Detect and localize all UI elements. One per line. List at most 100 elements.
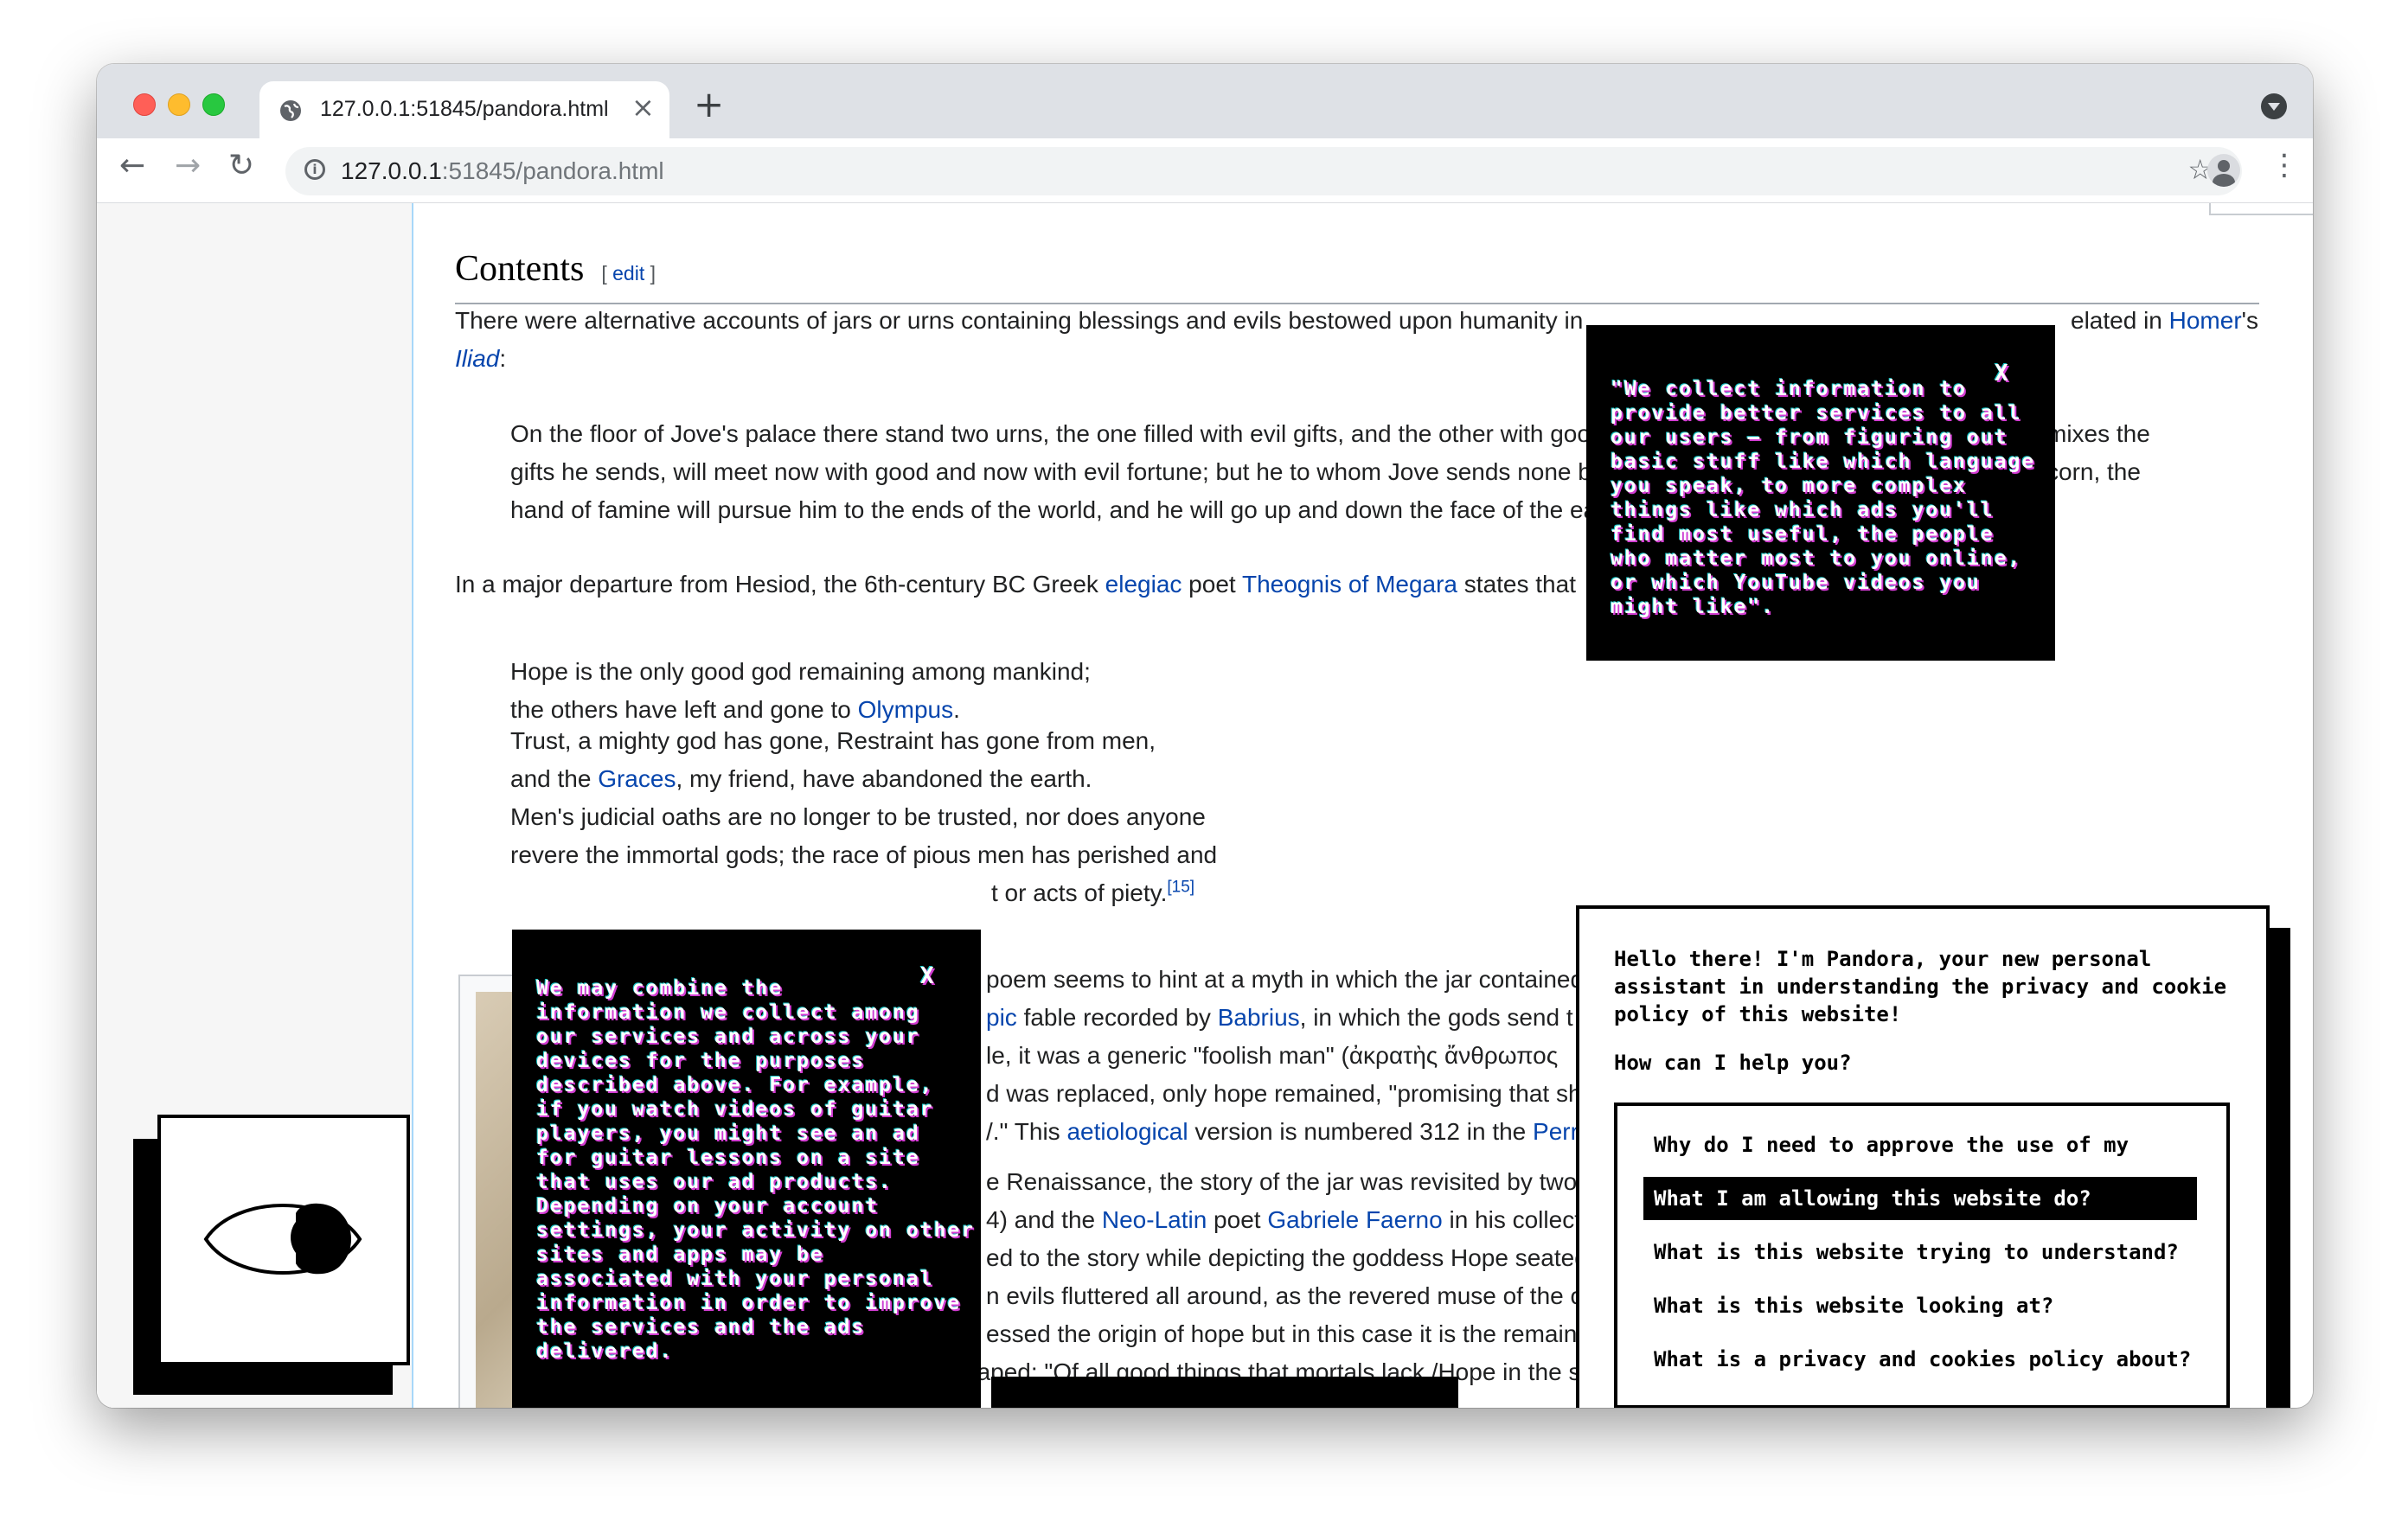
- url-path: :51845/pandora.html: [441, 157, 664, 184]
- theognis-link[interactable]: Theognis of Megara: [1242, 571, 1457, 598]
- poem2-end: .: [953, 696, 960, 723]
- option-looking-at[interactable]: What is this website looking at?: [1643, 1284, 2197, 1327]
- right-line-5: /." This aetiological version is numbere…: [986, 1113, 1579, 1150]
- bottom-black-bar: [991, 1377, 1458, 1408]
- pandora-options-menu: Why do I need to approve the use of my d…: [1614, 1103, 2230, 1408]
- contents-heading: Contents [ edit ]: [455, 241, 2259, 305]
- url-text[interactable]: 127.0.0.1:51845/pandora.html: [341, 157, 664, 185]
- reload-icon[interactable]: ↻: [228, 150, 254, 182]
- p1-colon: :: [499, 345, 507, 372]
- poem7-text: t or acts of piety.: [991, 879, 1168, 906]
- quote-1-line2: gifts he sends, will meet now with good …: [510, 458, 1591, 485]
- right-line-2: pic fable recorded by Babrius, in which …: [986, 999, 1573, 1036]
- neo-latin-link[interactable]: Neo-Latin: [1102, 1206, 1207, 1233]
- browser-toolbar: ← → ↻ i 127.0.0.1:51845/pandora.html ☆ ⋮: [97, 138, 2313, 203]
- right-line-7: 4) and the Neo-Latin poet Gabriele Faern…: [986, 1201, 1581, 1238]
- browser-window: 127.0.0.1:51845/pandora.html × + ← → ↻ i…: [97, 64, 2313, 1408]
- p1-end: 's: [2241, 307, 2259, 334]
- popup-top-text: "We collect information to provide bette…: [1611, 378, 2036, 618]
- p2-mid: poet: [1182, 571, 1242, 598]
- olympus-link[interactable]: Olympus: [858, 696, 953, 723]
- homer-link[interactable]: Homer: [2169, 307, 2242, 334]
- back-arrow-icon[interactable]: ←: [119, 150, 145, 182]
- eye-icon: [203, 1203, 362, 1275]
- poem-line-4: and the Graces, my friend, have abandone…: [510, 760, 1092, 797]
- quote-1-line1: On the floor of Jove's palace there stan…: [510, 420, 1591, 447]
- right-line-10: essed the origin of hope but in this cas…: [986, 1320, 1578, 1347]
- r5-mid: version is numbered 312 in the: [1188, 1118, 1534, 1145]
- right-line-9: n evils fluttered all around, as the rev…: [986, 1282, 1585, 1309]
- edit-link[interactable]: edit: [612, 262, 644, 284]
- poem4-end: , my friend, have abandoned the earth.: [676, 765, 1092, 792]
- more-menu-icon[interactable]: ⋮: [2270, 150, 2299, 180]
- option-policy-about[interactable]: What is a privacy and cookies policy abo…: [1643, 1338, 2197, 1381]
- close-tab-icon[interactable]: ×: [631, 93, 655, 121]
- paragraph-1-line2: Iliad:: [455, 340, 506, 377]
- poem2-text: the others have left and gone to: [510, 696, 858, 723]
- option-allowing-website[interactable]: What I am allowing this website do?: [1643, 1177, 2197, 1220]
- profile-avatar-icon[interactable]: [2207, 154, 2240, 187]
- p2-end: states that: [1457, 571, 1576, 598]
- right-line-4: d was replaced, only hope remained, "pro…: [986, 1080, 1582, 1107]
- right-line-6: e Renaissance, the story of the jar was …: [986, 1168, 1578, 1195]
- url-host: 127.0.0.1: [341, 157, 442, 184]
- elegiac-link[interactable]: elegiac: [1105, 571, 1182, 598]
- minimize-window-button[interactable]: [168, 93, 190, 116]
- quote-1-line3: hand of famine will pursue him to the en…: [510, 496, 1598, 523]
- r2-end: , in which the gods send t: [1299, 1004, 1573, 1031]
- r7-text: 4) and the: [986, 1206, 1102, 1233]
- paragraph-2: In a major departure from Hesiod, the 6t…: [455, 566, 1576, 603]
- babrius-link[interactable]: Babrius: [1218, 1004, 1300, 1031]
- aetiological-link[interactable]: aetiological: [1066, 1118, 1188, 1145]
- globe-icon: [280, 100, 301, 121]
- poem-line-5: Men's judicial oaths are no longer to be…: [510, 803, 1206, 830]
- popup-left-text: We may combine the information we collec…: [536, 977, 976, 1363]
- right-line-8: ed to the story while depicting the godd…: [986, 1244, 1588, 1271]
- reference-15[interactable]: [15]: [1167, 879, 1194, 897]
- p2-text: In a major departure from Hesiod, the 6t…: [455, 571, 1105, 598]
- p1-mid: elated in: [2071, 307, 2169, 334]
- poem-line-1: Hope is the only good god remaining amon…: [510, 658, 1091, 685]
- poem-line-6: revere the immortal gods; the race of pi…: [510, 841, 1218, 868]
- pandora-eye-button[interactable]: [157, 1115, 410, 1365]
- tab-title: 127.0.0.1:51845/pandora.html: [320, 97, 609, 121]
- pandora-greeting: Hello there! I'm Pandora, your new perso…: [1614, 947, 2227, 1026]
- quote-1-line2-end: corn, the: [2046, 458, 2141, 485]
- tab-search-icon[interactable]: [2261, 93, 2287, 119]
- heading-text: Contents: [455, 249, 585, 289]
- edit-wrapper: [ edit ]: [601, 262, 656, 284]
- right-line-1: poem seems to hint at a myth in which th…: [986, 966, 1585, 993]
- option-trying-to-understand[interactable]: What is this website trying to understan…: [1643, 1230, 2197, 1274]
- browser-tab[interactable]: 127.0.0.1:51845/pandora.html ×: [259, 81, 669, 138]
- r7-mid: poet: [1207, 1206, 1268, 1233]
- r5-text: /." This: [986, 1118, 1067, 1145]
- pandora-assistant-panel: Hello there! I'm Pandora, your new perso…: [1576, 905, 2270, 1408]
- tab-bar: 127.0.0.1:51845/pandora.html × +: [97, 64, 2313, 138]
- paragraph-1-end: elated in Homer's: [2071, 302, 2258, 339]
- close-window-button[interactable]: [133, 93, 156, 116]
- poem4-text: and the: [510, 765, 599, 792]
- privacy-popup-top: X "We collect information to provide bet…: [1586, 325, 2055, 661]
- pandora-help-prompt: How can I help you?: [1614, 1051, 1852, 1075]
- faerno-link[interactable]: Gabriele Faerno: [1267, 1206, 1442, 1233]
- aesopic-link[interactable]: pic: [986, 1004, 1017, 1031]
- maximize-window-button[interactable]: [202, 93, 225, 116]
- info-icon[interactable]: i: [304, 159, 325, 180]
- r7-end: in his collect: [1442, 1206, 1581, 1233]
- new-tab-icon[interactable]: +: [694, 86, 724, 123]
- page-viewport: Contents [ edit ] There were alternative …: [97, 203, 2313, 1408]
- privacy-popup-left: X We may combine the information we coll…: [512, 930, 981, 1408]
- right-line-3: le, it was a generic "foolish man" (ἀκρα…: [986, 1042, 1559, 1069]
- option-approve-data[interactable]: Why do I need to approve the use of my d…: [1643, 1123, 2197, 1200]
- iliad-link[interactable]: Iliad: [455, 345, 499, 372]
- forward-arrow-icon[interactable]: →: [175, 150, 201, 182]
- r2-mid: fable recorded by: [1016, 1004, 1218, 1031]
- paragraph-1: There were alternative accounts of jars …: [455, 302, 1583, 339]
- address-bar[interactable]: i 127.0.0.1:51845/pandora.html ☆: [285, 147, 2242, 195]
- graces-link[interactable]: Graces: [598, 765, 676, 792]
- search-box-edge: [2209, 203, 2313, 215]
- quote-1-line1-end: mixes the: [2046, 420, 2150, 447]
- perry-link[interactable]: Perr: [1533, 1118, 1579, 1145]
- p1-text: There were alternative accounts of jars …: [455, 307, 1584, 334]
- poem-line-3: Trust, a mighty god has gone, Restraint …: [510, 727, 1156, 754]
